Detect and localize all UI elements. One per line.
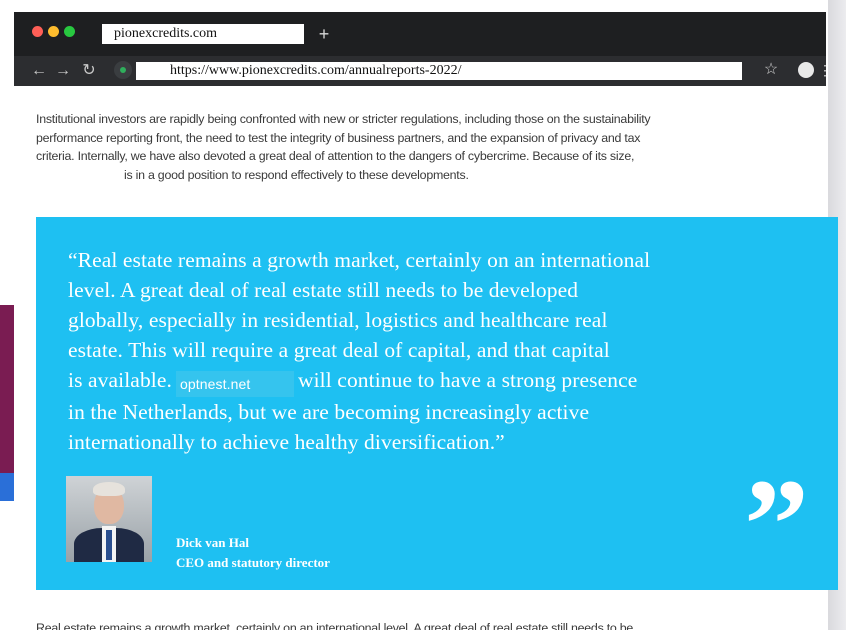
quote-line-part: is available. [68,368,172,392]
tab-bar: pionexcredits.com + [14,12,826,56]
quote-line: is available. optnest.net will continue to… [68,365,758,397]
quote-line: in the Netherlands, but we are becoming … [68,400,590,424]
intro-line: criteria. Internally, we have also devot… [36,149,635,163]
author-title: CEO and statutory director [176,555,330,570]
reload-icon[interactable]: ↻ [80,62,98,80]
secure-icon[interactable] [114,61,132,79]
quote-line: globally, especially in residential, log… [68,308,608,332]
tab-active[interactable]: pionexcredits.com [102,24,304,44]
star-icon[interactable]: ☆ [762,60,780,80]
quote-block: “Real estate remains a growth market, ce… [36,217,838,597]
intro-paragraph: Institutional investors are rapidly bein… [36,110,826,184]
author-photo [66,476,152,562]
quote-line-part: will continue to have a strong presence [297,368,638,392]
profile-icon[interactable] [798,62,814,78]
new-tab-button[interactable]: + [314,24,334,44]
intro-line: Institutional investors are rapidly bein… [36,112,651,126]
quote-text: “Real estate remains a growth market, ce… [68,245,758,457]
back-icon[interactable]: ← [30,62,48,80]
forward-icon[interactable]: → [54,62,72,80]
background-stripe [0,305,14,473]
browser-window: pionexcredits.com + ← → ↻ https://www.pi… [14,12,838,630]
author-name: Dick van Hal [176,535,249,550]
closing-quote-icon: ” [744,453,809,597]
minimize-window-button[interactable] [48,26,59,37]
maximize-window-button[interactable] [64,26,75,37]
quote-line: internationally to achieve healthy diver… [68,430,505,454]
menu-icon[interactable]: ⋮ [818,60,832,80]
background-stripe-accent [0,473,14,501]
intro-line-indented: is in a good position to respond effecti… [36,166,826,185]
quote-line: “Real estate remains a growth market, ce… [68,248,651,272]
background-logo [0,0,410,12]
quote-line: level. A great deal of real estate still… [68,278,579,302]
outro-paragraph: Real estate remains a growth market, cer… [36,621,634,630]
close-window-button[interactable] [32,26,43,37]
intro-line: is in a good position to respond effecti… [124,167,469,182]
watermark-label: optnest.net [175,371,294,397]
background-header [0,0,846,12]
address-bar[interactable]: https://www.pionexcredits.com/annualrepo… [136,62,742,80]
quote-line: estate. This will require a great deal o… [68,338,610,362]
intro-line: performance reporting front, the need to… [36,130,641,145]
